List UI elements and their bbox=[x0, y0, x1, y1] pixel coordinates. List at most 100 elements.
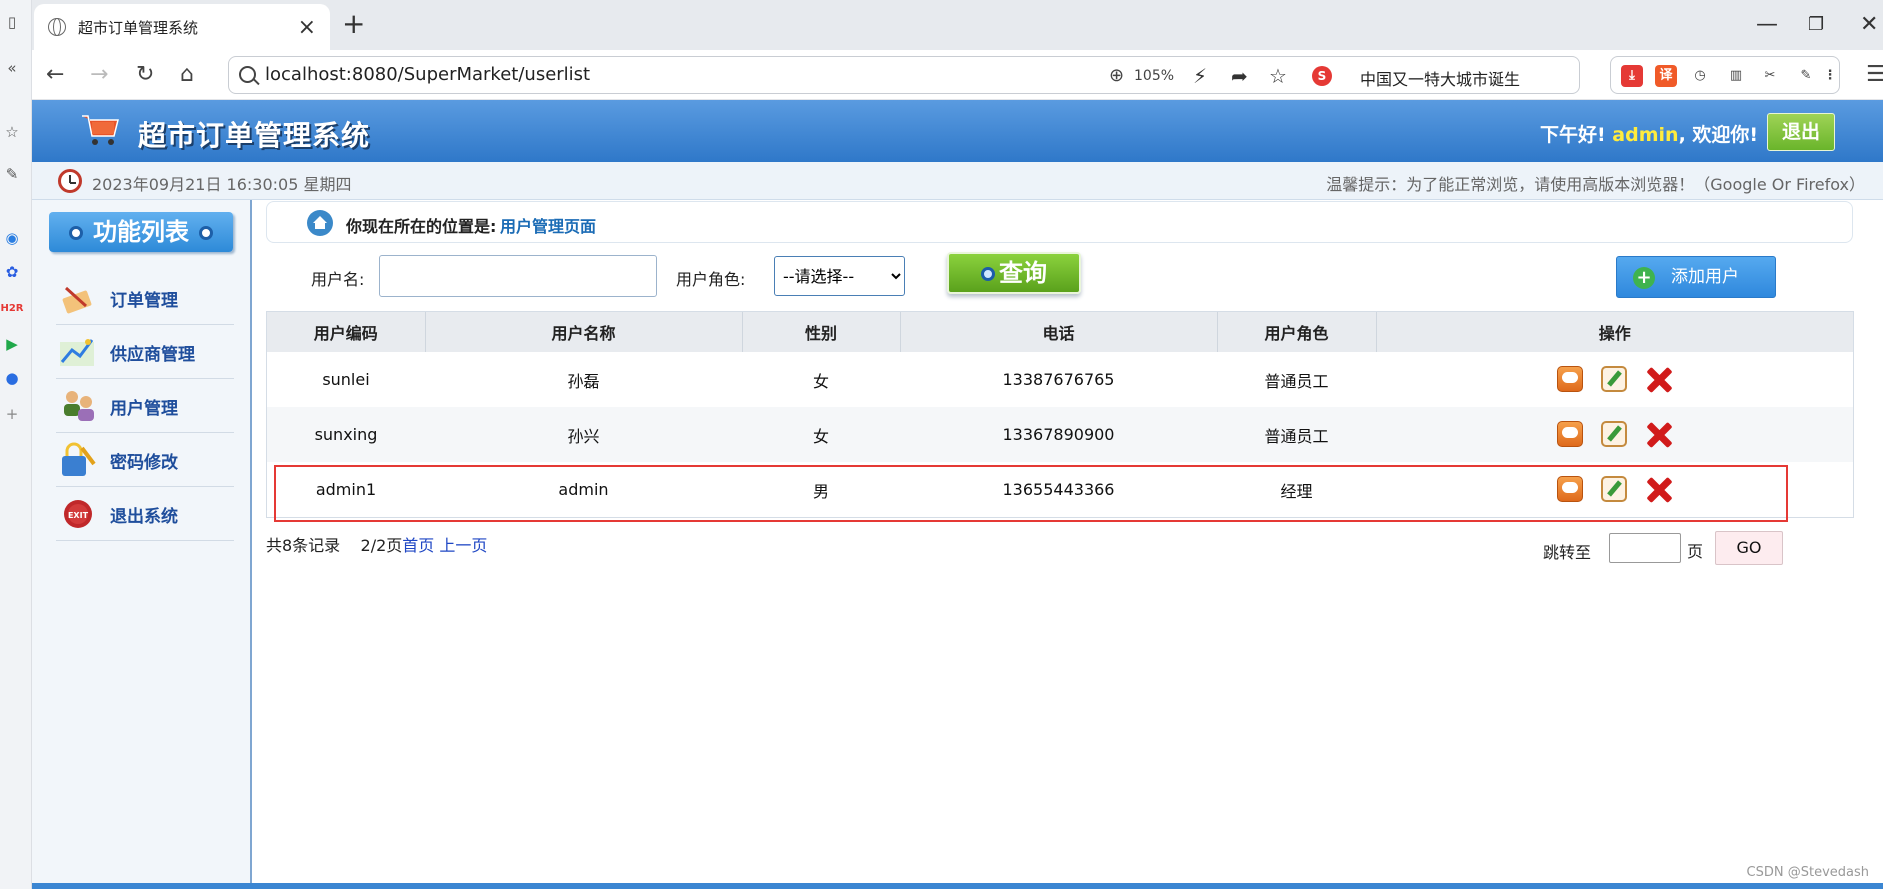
play-icon[interactable]: ▶ bbox=[2, 334, 22, 354]
user-gender: 女 bbox=[812, 426, 829, 446]
sidebar-item-label: 退出系统 bbox=[110, 506, 178, 527]
app-title: 超市订单管理系统 bbox=[138, 119, 371, 152]
col-header-actions: 操作 bbox=[1598, 324, 1631, 343]
tab-supermarket[interactable]: 超市订单管理系统 × bbox=[34, 4, 330, 50]
edit-icon[interactable] bbox=[1600, 365, 1627, 392]
close-tab-icon[interactable]: × bbox=[298, 15, 316, 40]
table-row: sunlei 孙磊 女 13387676765 普通员工 bbox=[267, 352, 1853, 407]
watermark: CSDN @Stevedash bbox=[1746, 865, 1869, 880]
go-button[interactable]: GO bbox=[1715, 531, 1783, 565]
function-list-label: 功能列表 bbox=[93, 218, 189, 246]
user-role: 普通员工 bbox=[1264, 426, 1329, 446]
username-input[interactable] bbox=[379, 255, 657, 297]
greeting-prefix: 下午好! bbox=[1540, 124, 1606, 146]
search-icon bbox=[239, 66, 256, 83]
zoom-icon[interactable]: ⊕ bbox=[1109, 65, 1124, 86]
reload-icon[interactable]: ↻ bbox=[136, 62, 154, 87]
edit-icon[interactable] bbox=[1600, 420, 1627, 447]
col-header-role: 用户角色 bbox=[1217, 312, 1377, 352]
app-icon[interactable]: ◉ bbox=[2, 228, 22, 248]
user-code: sunxing bbox=[314, 425, 378, 444]
delete-icon[interactable] bbox=[1645, 366, 1673, 394]
user-role: 经理 bbox=[1280, 481, 1313, 501]
sidebar-item-providers[interactable]: 供应商管理 bbox=[56, 326, 234, 379]
new-tab-icon[interactable]: + bbox=[342, 10, 365, 38]
col-header-code: 用户编码 bbox=[267, 312, 426, 352]
user-gender: 男 bbox=[812, 481, 829, 501]
sidebar-item-users[interactable]: 用户管理 bbox=[56, 380, 234, 433]
exit-icon: EXIT bbox=[64, 500, 92, 528]
restore-icon[interactable]: ❐ bbox=[1808, 14, 1824, 35]
address-bar[interactable]: localhost:8080/SuperMarket/userlist ⊕ 10… bbox=[228, 56, 1580, 94]
bookmark-star-icon[interactable]: ☆ bbox=[1269, 64, 1287, 88]
pdf-icon[interactable]: ⤓ bbox=[1621, 65, 1643, 87]
user-phone: 13387676765 bbox=[1002, 370, 1115, 389]
title-dot-icon bbox=[69, 226, 83, 240]
browser-side-rail: ▯ « ☆ ✎ ◉ ✿ H2R ▶ ● + bbox=[0, 0, 32, 889]
add-app-icon[interactable]: + bbox=[2, 404, 22, 424]
favorites-icon[interactable]: ☆ bbox=[2, 122, 22, 142]
logout-button[interactable]: 退出 bbox=[1767, 113, 1835, 151]
sidebar-toggle-icon[interactable]: ▯ bbox=[2, 12, 22, 32]
share-icon[interactable]: ➦ bbox=[1231, 64, 1248, 88]
menu-icon[interactable]: ☰ bbox=[1866, 62, 1883, 87]
add-user-button[interactable]: + 添加用户 bbox=[1616, 256, 1776, 298]
breadcrumb-current[interactable]: 用户管理页面 bbox=[500, 213, 596, 237]
view-icon[interactable] bbox=[1556, 365, 1583, 392]
col-header-name: 用户名称 bbox=[425, 312, 743, 352]
delete-icon[interactable] bbox=[1645, 421, 1673, 449]
col-header-gender: 性别 bbox=[742, 312, 901, 352]
edit-icon[interactable] bbox=[1600, 475, 1627, 502]
translate-icon[interactable]: 译 bbox=[1655, 65, 1677, 87]
sidebar-item-exit[interactable]: EXIT 退出系统 bbox=[56, 488, 234, 541]
history-icon[interactable]: ◷ bbox=[1689, 65, 1711, 87]
draw-icon[interactable]: ✎ bbox=[2, 164, 22, 184]
minimize-icon[interactable]: — bbox=[1756, 12, 1778, 37]
baidu-icon[interactable]: ✿ bbox=[2, 262, 22, 282]
more-icon[interactable]: ⋮ bbox=[1819, 65, 1841, 87]
screenshot-icon[interactable]: ✂ bbox=[1759, 65, 1781, 87]
first-page-link[interactable]: 首页 bbox=[402, 536, 434, 555]
lightning-icon[interactable]: ⚡ bbox=[1193, 64, 1207, 88]
order-icon bbox=[62, 286, 92, 314]
users-icon bbox=[64, 391, 94, 421]
page-number-input[interactable] bbox=[1609, 533, 1681, 563]
page-unit-label: 页 bbox=[1687, 542, 1704, 561]
sidebar: 功能列表 订单管理 供应商管理 用户管理 密码修改 EXIT 退出系统 bbox=[32, 200, 252, 889]
search-bar: 用户名: 用户角色: --请选择-- 查询 + 添加用户 bbox=[266, 243, 1853, 311]
clock-app-icon[interactable]: ● bbox=[2, 368, 22, 388]
url-text: localhost:8080/SuperMarket/userlist bbox=[265, 64, 591, 85]
breadcrumb-prefix: 你现在所在的位置是: bbox=[346, 217, 497, 236]
back-icon[interactable]: ← bbox=[46, 62, 64, 87]
user-table: 用户编码 用户名称 性别 电话 用户角色 操作 sunlei 孙磊 女 1338… bbox=[266, 311, 1854, 518]
prev-page-link[interactable]: 上一页 bbox=[439, 536, 487, 555]
breadcrumb: 你现在所在的位置是: 用户管理页面 bbox=[266, 201, 1853, 243]
search-engine-icon[interactable]: S bbox=[1312, 66, 1332, 86]
sidebar-item-password[interactable]: 密码修改 bbox=[56, 434, 234, 487]
h2r-icon[interactable]: H2R bbox=[0, 298, 23, 318]
close-window-icon[interactable]: ✕ bbox=[1860, 12, 1878, 37]
sidebar-item-orders[interactable]: 订单管理 bbox=[56, 272, 234, 325]
home-browser-icon[interactable]: ⌂ bbox=[180, 62, 194, 87]
sidebar-item-label: 用户管理 bbox=[110, 398, 178, 419]
username-label: 用户名: bbox=[311, 270, 365, 289]
forward-icon[interactable]: → bbox=[90, 62, 108, 87]
extensions-group: ⤓ 译 ◷ ▥ ✂ ✎ ⋮ bbox=[1610, 56, 1840, 94]
role-select[interactable]: --请选择-- bbox=[774, 256, 905, 296]
function-list-title: 功能列表 bbox=[49, 212, 233, 252]
delete-icon[interactable] bbox=[1645, 476, 1673, 504]
user-code: sunlei bbox=[322, 370, 370, 389]
collapse-icon[interactable]: « bbox=[2, 58, 22, 78]
view-icon[interactable] bbox=[1556, 475, 1583, 502]
pen-icon[interactable]: ✎ bbox=[1795, 65, 1817, 87]
globe-icon bbox=[48, 18, 66, 36]
footer-bar bbox=[32, 883, 1883, 889]
record-count: 共8条记录 bbox=[266, 536, 341, 555]
news-ticker[interactable]: 中国又一特大城市诞生 bbox=[1360, 66, 1520, 90]
query-button[interactable]: 查询 bbox=[947, 252, 1081, 294]
user-phone: 13367890900 bbox=[1002, 425, 1115, 444]
reader-icon[interactable]: ▥ bbox=[1725, 65, 1747, 87]
row-actions bbox=[1376, 462, 1853, 517]
view-icon[interactable] bbox=[1556, 420, 1583, 447]
user-code: admin1 bbox=[315, 480, 377, 499]
